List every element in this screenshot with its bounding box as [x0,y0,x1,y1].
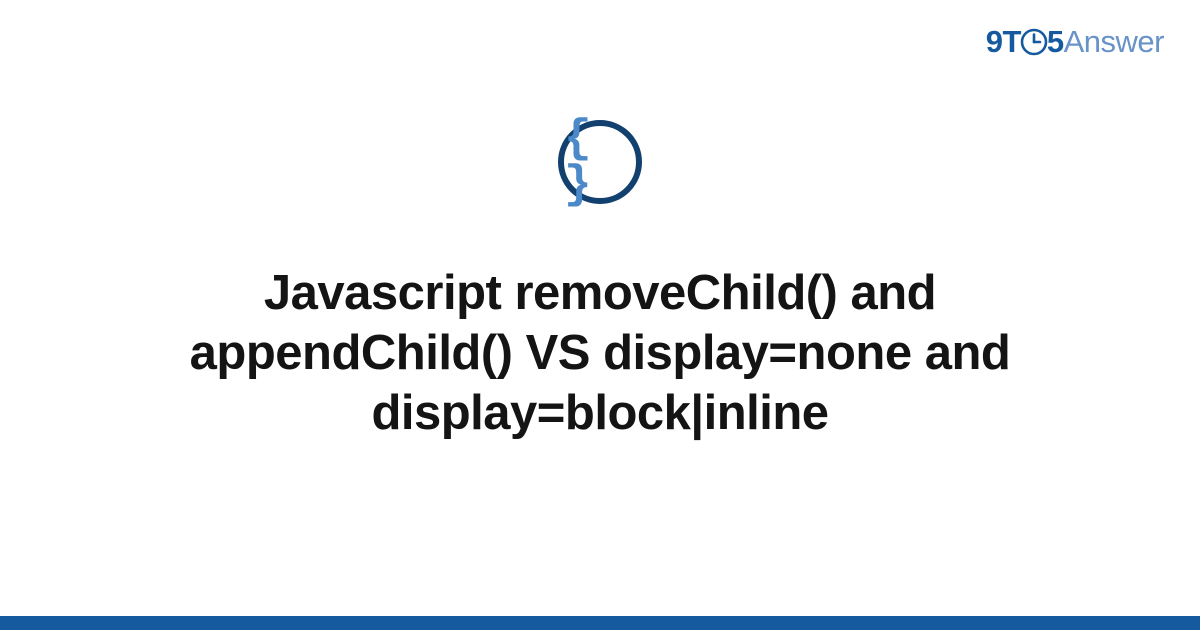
clock-icon [1020,28,1048,64]
brand-part-t: T [1002,24,1020,59]
brand-part-5: 5 [1047,24,1064,59]
content-center: { } Javascript removeChild() and appendC… [0,120,1200,443]
brand-part-answer: Answer [1064,24,1164,59]
footer-accent-bar [0,616,1200,630]
brand-part-9: 9 [986,24,1003,59]
braces-glyph: { } [564,116,636,208]
code-braces-icon: { } [558,120,642,204]
site-brand-logo: 9T 5Answer [986,24,1164,64]
page-title: Javascript removeChild() and appendChild… [120,264,1080,443]
